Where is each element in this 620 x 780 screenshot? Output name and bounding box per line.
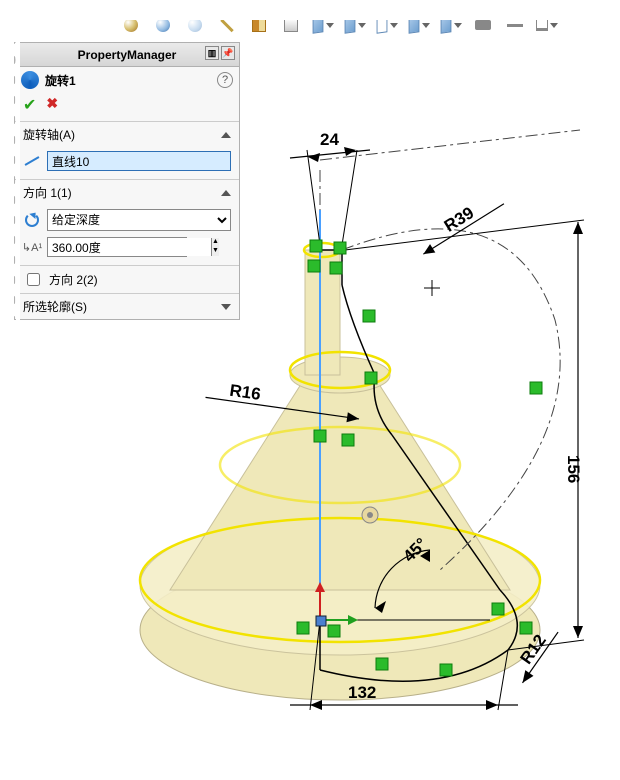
section-contours-label: 所选轮廓(S) bbox=[23, 298, 87, 315]
help-button[interactable]: ? bbox=[217, 72, 233, 88]
direction2-checkbox[interactable] bbox=[27, 273, 40, 286]
zoom-fit-icon[interactable] bbox=[152, 14, 174, 36]
svg-text:156: 156 bbox=[564, 455, 583, 483]
section-axis-header[interactable]: 旋转轴(A) bbox=[15, 122, 239, 147]
chevron-up-icon bbox=[221, 190, 231, 196]
svg-text:132: 132 bbox=[348, 683, 376, 702]
dimension-24[interactable]: 24 bbox=[290, 130, 370, 245]
arc-center-mark bbox=[424, 280, 440, 296]
chevron-up-icon bbox=[221, 132, 231, 138]
reverse-direction-icon[interactable] bbox=[23, 211, 41, 229]
cancel-button[interactable]: ✖ bbox=[46, 95, 58, 115]
direction2-label: 方向 2(2) bbox=[49, 271, 98, 288]
shaded-icon[interactable] bbox=[344, 14, 366, 36]
panel-pin-button[interactable]: 📌 bbox=[221, 46, 235, 60]
shadow-icon[interactable] bbox=[440, 14, 462, 36]
zoom-area-icon[interactable] bbox=[184, 14, 206, 36]
hidden-lines-icon[interactable] bbox=[376, 14, 398, 36]
end-condition-select[interactable]: 给定深度 bbox=[47, 209, 231, 231]
axis-line-icon bbox=[23, 152, 41, 170]
property-manager-panel: PropertyManager ▥ 📌 旋转1 ? ✔ ✖ 旋转轴(A) 方向 … bbox=[14, 42, 240, 320]
feature-header: 旋转1 ? bbox=[15, 67, 239, 93]
section-dir1-label: 方向 1(1) bbox=[23, 184, 72, 201]
svg-text:24: 24 bbox=[320, 130, 339, 149]
feature-name: 旋转1 bbox=[45, 72, 211, 89]
svg-text:R39: R39 bbox=[441, 203, 478, 236]
angle-spinner[interactable]: ▲▼ bbox=[47, 237, 187, 257]
spin-down-button[interactable]: ▼ bbox=[211, 247, 219, 256]
angle-input[interactable] bbox=[48, 238, 211, 256]
camera-icon[interactable] bbox=[472, 14, 494, 36]
panel-option-button[interactable]: ▥ bbox=[205, 46, 219, 60]
spin-up-button[interactable]: ▲ bbox=[211, 238, 219, 247]
plane-icon[interactable] bbox=[120, 14, 142, 36]
appearance-icon[interactable] bbox=[280, 14, 302, 36]
section-dir2-row[interactable]: 方向 2(2) bbox=[15, 266, 239, 294]
measure-icon[interactable] bbox=[216, 14, 238, 36]
panel-title: PropertyManager bbox=[78, 48, 177, 62]
ok-button[interactable]: ✔ bbox=[23, 95, 36, 115]
chevron-down-icon bbox=[221, 304, 231, 310]
display-style-icon[interactable] bbox=[312, 14, 334, 36]
section-axis-label: 旋转轴(A) bbox=[23, 126, 75, 143]
view-rotate-icon bbox=[362, 507, 378, 523]
construction-line-top bbox=[320, 130, 580, 160]
view-toolbar bbox=[120, 12, 590, 38]
section-dir1-header[interactable]: 方向 1(1) bbox=[15, 180, 239, 205]
revolve-feature-icon bbox=[21, 71, 39, 89]
section-contours-header[interactable]: 所选轮廓(S) bbox=[15, 294, 239, 319]
perspective-icon[interactable] bbox=[408, 14, 430, 36]
screen-capture-icon[interactable] bbox=[536, 14, 558, 36]
svg-text:R16: R16 bbox=[228, 381, 262, 404]
dimension-r39[interactable]: R39 bbox=[413, 187, 507, 259]
axis-selection-input[interactable] bbox=[47, 151, 231, 171]
section-view-icon[interactable] bbox=[248, 14, 270, 36]
separator-icon bbox=[504, 14, 526, 36]
panel-titlebar: PropertyManager ▥ 📌 bbox=[15, 43, 239, 67]
angle-icon: ↳A¹ bbox=[23, 238, 41, 256]
